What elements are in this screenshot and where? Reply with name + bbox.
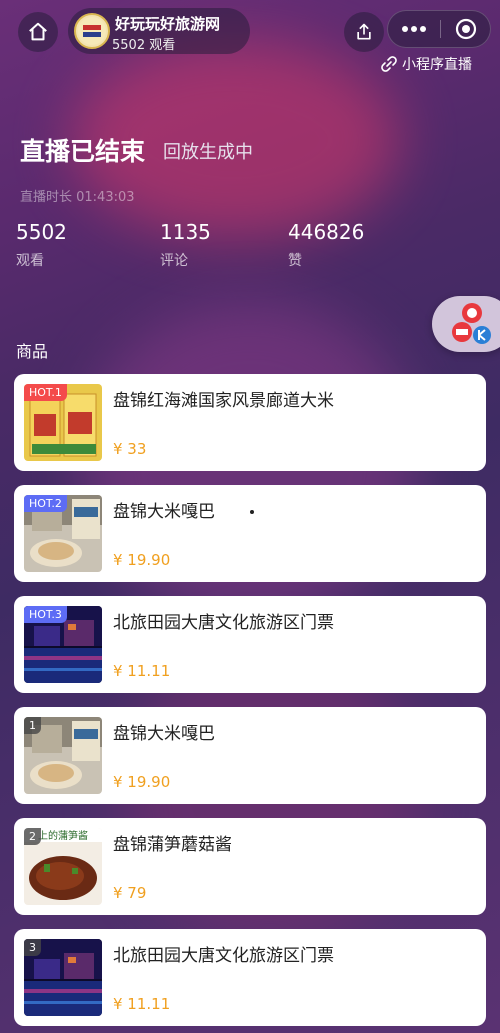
product-thumbnail: HOT.2	[24, 495, 102, 572]
stat-value: 446826	[288, 220, 365, 244]
rank-badge: 3	[24, 939, 41, 956]
product-thumbnail: 3	[24, 939, 102, 1016]
host-info[interactable]: 好玩玩好旅游网 5502 观看	[68, 8, 250, 54]
product-name: 盘锦大米嘎巴	[113, 724, 215, 744]
product-card[interactable]: HOT.1 盘锦红海滩国家风景廊道大米 ¥ 33	[14, 374, 486, 471]
product-card[interactable]: HOT.3 北旅田园大唐文化旅游区门票 ¥ 11.11	[14, 596, 486, 693]
more-icon	[402, 26, 426, 32]
mini-program-live-text: 小程序直播	[402, 57, 472, 73]
more-button[interactable]	[388, 11, 440, 47]
product-card[interactable]: HOT.2 盘锦大米嘎巴 ¥ 19.90	[14, 485, 486, 582]
stat-label: 观看	[16, 253, 44, 269]
logo-icon	[78, 17, 106, 45]
viewer-count: 5502 观看	[112, 38, 176, 53]
products-section-title: 商品	[16, 342, 49, 361]
stat-value: 1135	[160, 220, 211, 244]
product-price: ¥ 19.90	[113, 773, 171, 791]
product-name: 北旅田园大唐文化旅游区门票	[113, 613, 334, 633]
live-duration: 直播时长 01:43:03	[20, 190, 135, 205]
product-price: ¥ 19.90	[113, 551, 171, 569]
share-button[interactable]	[344, 12, 384, 52]
share-icon	[357, 23, 371, 40]
product-name: 盘锦大米嘎巴	[113, 502, 215, 522]
stray-dot	[250, 510, 254, 514]
product-name: 盘锦蒲笋蘑菇酱	[113, 835, 232, 855]
stat-likes: 446826 赞	[288, 220, 364, 270]
mini-program-live-label: 小程序直播	[381, 54, 472, 74]
rank-badge: HOT.2	[24, 495, 67, 512]
host-avatar	[74, 13, 110, 49]
product-card[interactable]: 上的蒲笋酱 2 盘锦蒲笋蘑菇酱 ¥ 79	[14, 818, 486, 915]
product-price: ¥ 33	[113, 440, 147, 458]
product-card[interactable]: 1 盘锦大米嘎巴 ¥ 19.90	[14, 707, 486, 804]
product-thumbnail: 1	[24, 717, 102, 794]
svg-text:上的蒲笋酱: 上的蒲笋酱	[38, 829, 88, 842]
host-name: 好玩玩好旅游网	[115, 15, 221, 33]
product-card[interactable]: 3 北旅田园大唐文化旅游区门票 ¥ 11.11	[14, 929, 486, 1026]
product-name: 盘锦红海滩国家风景廊道大米	[113, 391, 334, 411]
link-icon	[381, 56, 397, 72]
replay-status: 回放生成中	[163, 142, 253, 163]
rank-badge: HOT.1	[24, 384, 67, 401]
mascot-icon	[452, 303, 491, 344]
top-bar: 好玩玩好旅游网 5502 观看 小程序直播	[0, 0, 500, 73]
rank-badge: HOT.3	[24, 606, 67, 623]
live-ended-title: 直播已结束	[20, 137, 146, 166]
product-price: ¥ 11.11	[113, 995, 171, 1013]
product-name: 北旅田园大唐文化旅游区门票	[113, 946, 334, 966]
product-thumbnail: HOT.3	[24, 606, 102, 683]
rank-badge: 1	[24, 717, 41, 734]
product-thumbnail: 上的蒲笋酱 2	[24, 828, 102, 905]
floating-widget[interactable]	[432, 296, 500, 352]
stat-label: 赞	[288, 253, 302, 269]
mini-program-capsule	[387, 10, 491, 48]
product-price: ¥ 79	[113, 884, 147, 902]
home-icon	[29, 22, 47, 41]
product-price: ¥ 11.11	[113, 662, 171, 680]
stat-views: 5502 观看	[16, 220, 67, 270]
close-button[interactable]	[441, 11, 491, 47]
stat-value: 5502	[16, 220, 67, 244]
target-icon	[455, 18, 477, 40]
stat-comments: 1135 评论	[160, 220, 211, 270]
home-button[interactable]	[18, 12, 58, 52]
rank-badge: 2	[24, 828, 41, 845]
product-thumbnail: HOT.1	[24, 384, 102, 461]
stat-label: 评论	[160, 253, 188, 269]
